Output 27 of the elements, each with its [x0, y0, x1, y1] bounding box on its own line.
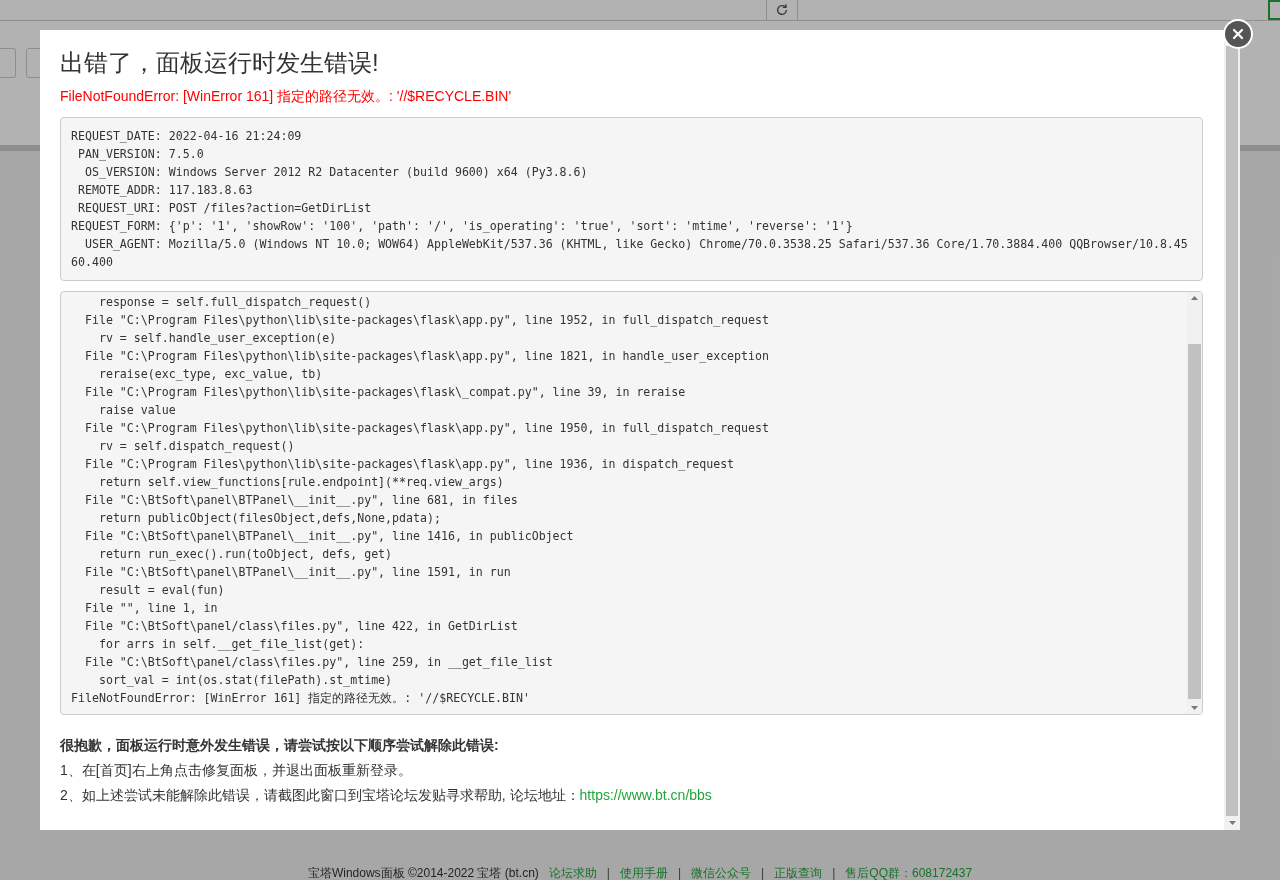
separator: | [606, 865, 610, 880]
separator: | [677, 865, 682, 880]
footer-link[interactable]: 使用手册 [619, 864, 668, 880]
close-icon [1231, 27, 1245, 41]
help-title: 很抱歉，面板运行时意外发生错误，请尝试按以下顺序尝试解除此错误: [60, 736, 500, 755]
help-step-text: 1、在[首页]右上角点击修复面板，并退出面板重新登录。 [60, 761, 412, 780]
separator: | [832, 865, 836, 880]
separator: | [761, 865, 765, 880]
scrollbar-thumb[interactable] [1226, 46, 1238, 816]
footer-link[interactable]: 正版查询 [774, 864, 823, 880]
scrollbar[interactable] [1187, 292, 1202, 714]
forum-link[interactable]: https://www.bt.cn/bbs [579, 785, 712, 805]
dialog-title: 出错了，面板运行时发生错误! [60, 48, 380, 78]
reload-button[interactable] [766, 0, 798, 20]
scrollbar-thumb[interactable] [1188, 344, 1201, 699]
footer-link[interactable]: 微信公众号 [691, 864, 752, 880]
scroll-down-icon[interactable] [1191, 706, 1198, 710]
request-info-text: REQUEST_DATE: 2022-04-16 21:24:09 PAN_VERSION: 7.5.0 OS_VERSION: Windows Server 2012 R2 Datacenter (build 9600) x64 (Py3.8.6) REMOTE_ADDR: 117.183.8.63 REQUEST_URI: POST /files?action=GetDirList REQUEST_FORM: {'p': '1', 'showRow': '100', 'path': '/', 'is_operating': 'true', 'sort': 'mtime', 'reverse': '1'} USER_AGENT: Mozilla/5.0 (Windows NT 10.0; WOW64) AppleWebKit/537.36 (KHTML, like Gecko) Chrome/70.0.3538.25 Safari/537.36 Core/1.70.3884.400 QQBrowser/10.8.45 60.400 [71, 128, 1189, 271]
footer-link[interactable]: 售后QQ群：608172437 [845, 864, 973, 880]
traceback-text: response = self.full_dispatch_request() File "C:\Program Files\python\lib\site-packages\flask\app.py", line 1952, in full_dispatch_request rv = self.handle_user_exception(e) File "C:\Program Files\python\lib\site-packages\flask\app.py", line 1821, in handle_user_exception reraise(exc_type, exc_value, tb) File "C:\Program Files\python\lib\site-packages\flask\_compat.py", line 39, in reraise raise value File "C:\Program Files\python\lib\site-packages\flask\app.py", line 1950, in full_dispatch_request rv = self.dispatch_request() File "C:\Program Files\python\lib\site-packages\flask\app.py", line 1936, in dispatch_request return self.view_functions[rule.endpoint](**req.view_args) File "C:\BtSoft\panel\BTPanel\__init__.py", line 681, in files return publicObject(filesObject,defs,None,pdata); File "C:\BtSoft\panel\BTPanel\__init__.py", line 1416, in publicObject return run_exec().run(toObject, defs, get) File "C:\BtSoft\panel\BTPanel\__init__.py", line 1591, in run result = eval(fun) File "", line 1, in File "C:\BtSoft\panel/class\files.py", line 422, in GetDirList for arrs in self.__get_file_list(get): File "C:\BtSoft\panel/class\files.py", line 259, in __get_file_list sort_val = int(os.stat(filePath).st_mtime) FileNotFoundError: [WinError 161] 指定的路径无效。: '//$RECYCLE.BIN' [70, 294, 770, 707]
reload-icon [775, 3, 789, 17]
help-step-text: 2、如上述尝试未能解除此错误，请截图此窗口到宝塔论坛发贴寻求帮助, 论坛地址： [60, 786, 580, 805]
scroll-up-icon[interactable] [1191, 296, 1198, 300]
footer-link[interactable]: 论坛求助 [548, 864, 597, 880]
scroll-down-icon[interactable] [1228, 821, 1236, 825]
copyright-text: 宝塔Windows面板 ©2014-2022 宝塔 (bt.cn) [307, 865, 539, 880]
error-message: FileNotFoundError: [WinError 161] 指定的路径无效。: '//$RECYCLE.BIN' [60, 87, 513, 106]
